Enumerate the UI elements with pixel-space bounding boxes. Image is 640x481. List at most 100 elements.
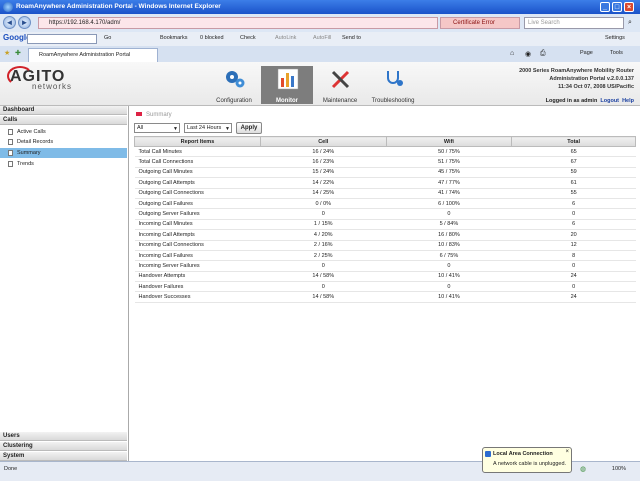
row-label: Incoming Call Minutes: [134, 219, 261, 231]
row-label: Handover Failures: [134, 281, 261, 293]
filter-select[interactable]: All ▼: [134, 123, 180, 133]
nav-monitor[interactable]: Monitor: [261, 66, 313, 104]
apply-button[interactable]: Apply: [236, 122, 262, 134]
sidebar-item-detail-records[interactable]: Detail Records: [0, 137, 127, 147]
bookmarks-button[interactable]: Bookmarks: [160, 35, 188, 41]
row-label: Outgoing Server Failures: [134, 208, 261, 220]
wifi-value: 16 / 80%: [386, 229, 512, 241]
autolink-button[interactable]: AutoLink: [275, 35, 296, 41]
sidebar-calls[interactable]: Calls: [0, 116, 127, 125]
wifi-value: 0: [386, 260, 512, 272]
total-value: 0: [511, 208, 636, 220]
network-balloon[interactable]: Local Area Connection A network cable is…: [482, 447, 572, 473]
close-icon[interactable]: ×: [565, 449, 569, 455]
sidebar-clustering[interactable]: Clustering: [0, 442, 127, 451]
table-row: Handover Attempts 14 / 58% 10 / 41% 24: [134, 271, 636, 283]
content-area: Summary All ▼ Last 24 Hours ▼ Apply Report…: [130, 106, 640, 461]
total-value: 12: [511, 240, 636, 251]
table-row: Incoming Call Attempts 4 / 20% 16 / 80% 20: [134, 229, 636, 241]
go-button[interactable]: Go: [104, 35, 111, 41]
url-input[interactable]: https://192.168.4.170/adm/: [38, 17, 438, 29]
period-select[interactable]: Last 24 Hours ▼: [184, 123, 232, 133]
autofill-button[interactable]: AutoFill: [313, 35, 331, 41]
add-favorite-icon[interactable]: ✚: [15, 49, 21, 57]
report-table: Report Items Cell Wifi Total Total Call …: [134, 136, 636, 303]
forward-icon[interactable]: ►: [18, 16, 31, 29]
zoom-level[interactable]: 100%: [612, 466, 626, 472]
col-total[interactable]: Total: [511, 136, 636, 147]
col-wifi[interactable]: Wifi: [385, 136, 513, 147]
cell-value: 14 / 58%: [260, 271, 387, 283]
document-icon: [8, 139, 13, 145]
send-to-button[interactable]: Send to: [342, 35, 361, 41]
document-icon: [8, 161, 13, 167]
minimize-button[interactable]: _: [600, 2, 610, 12]
table-header-row: Report Items Cell Wifi Total: [134, 136, 636, 147]
settings-button[interactable]: Settings: [605, 35, 625, 41]
logout-link[interactable]: Logout: [600, 98, 619, 104]
home-icon[interactable]: ⌂: [510, 50, 514, 57]
wifi-value: 45 / 75%: [386, 167, 512, 179]
cell-value: 4 / 20%: [260, 229, 387, 241]
row-label: Outgoing Call Attempts: [134, 177, 261, 189]
total-value: 0: [511, 260, 636, 272]
row-label: Total Call Connections: [134, 156, 261, 168]
col-cell[interactable]: Cell: [259, 136, 387, 147]
wifi-value: 10 / 41%: [386, 271, 512, 283]
status-text: Done: [4, 466, 18, 472]
check-button[interactable]: Check: [240, 35, 256, 41]
cell-value: 16 / 23%: [260, 156, 387, 168]
print-icon[interactable]: ⎙: [540, 50, 546, 58]
tab-admin-portal[interactable]: RoamAnywhere Administration Portal: [28, 48, 158, 62]
agito-logo: AGITO networks: [7, 66, 71, 91]
sidebar-item-summary[interactable]: Summary: [0, 148, 127, 158]
sidebar-system[interactable]: System: [0, 452, 127, 461]
sidebar-item-active-calls[interactable]: Active Calls: [0, 127, 127, 137]
total-value: 24: [511, 271, 636, 283]
wifi-value: 41 / 74%: [386, 188, 512, 199]
row-label: Incoming Call Connections: [134, 240, 261, 251]
favorites-star-icon[interactable]: ★: [4, 49, 10, 57]
page-menu[interactable]: Page: [580, 50, 593, 56]
cell-value: 1 / 15%: [260, 219, 387, 231]
wifi-value: 6 / 75%: [386, 250, 512, 262]
search-icon[interactable]: ⌕: [628, 19, 632, 27]
google-search-input[interactable]: [27, 34, 97, 44]
total-value: 0: [511, 281, 636, 293]
wifi-value: 0: [386, 281, 512, 293]
nav-troubleshooting[interactable]: Troubleshooting: [367, 66, 419, 104]
window-title: RoamAnywhere Administration Portal - Win…: [16, 3, 221, 10]
cell-value: 16 / 24%: [260, 146, 387, 158]
live-search-input[interactable]: Live Search: [524, 17, 624, 29]
google-toolbar: Google Go Bookmarks 0 blocked Check Auto…: [0, 32, 640, 47]
wifi-value: 50 / 75%: [386, 146, 512, 158]
maximize-button[interactable]: □: [612, 2, 622, 12]
back-icon[interactable]: ◄: [3, 16, 16, 29]
feeds-icon[interactable]: ◉: [525, 50, 531, 58]
close-button[interactable]: ×: [624, 2, 634, 12]
certificate-error-button[interactable]: Certificate Error: [440, 17, 520, 29]
col-report-items[interactable]: Report Items: [134, 136, 261, 147]
help-link[interactable]: Help: [622, 98, 634, 104]
total-value: 61: [511, 177, 636, 189]
logo-ring-icon: [7, 66, 33, 86]
logged-in-label: Logged in as admin: [545, 98, 598, 104]
tools-menu[interactable]: Tools: [610, 50, 623, 56]
table-row: Incoming Call Minutes 1 / 15% 5 / 84% 6: [134, 219, 636, 231]
cell-value: 0: [260, 281, 387, 293]
nav-maintenance[interactable]: Maintenance: [314, 66, 366, 104]
total-value: 24: [511, 291, 636, 303]
tools-icon: [331, 70, 350, 89]
total-value: 8: [511, 250, 636, 262]
table-row: Incoming Call Failures 2 / 25% 6 / 75% 8: [134, 250, 636, 262]
sidebar-item-trends[interactable]: Trends: [0, 159, 127, 169]
document-icon: [8, 129, 13, 135]
sidebar-users[interactable]: Users: [0, 432, 127, 441]
wifi-value: 6 / 100%: [386, 198, 512, 210]
nav-configuration[interactable]: Configuration: [208, 66, 260, 104]
sidebar-dashboard[interactable]: Dashboard: [0, 106, 127, 115]
row-label: Incoming Call Attempts: [134, 229, 261, 241]
row-label: Total Call Minutes: [134, 146, 261, 158]
popup-blocked-indicator[interactable]: 0 blocked: [200, 35, 224, 41]
table-row: Outgoing Call Connections 14 / 25% 41 / 74…: [134, 188, 636, 199]
